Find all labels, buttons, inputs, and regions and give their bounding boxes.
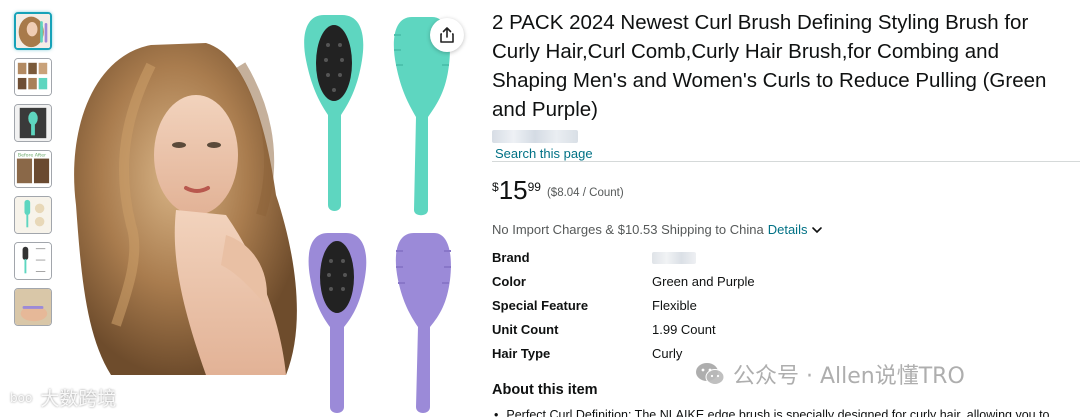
spec-label: Brand [492, 250, 530, 266]
watermark-right: 公众号 · Allen说懂TRO [695, 358, 965, 390]
model-photo [74, 43, 297, 375]
search-this-page-link[interactable]: Search this page [495, 146, 593, 161]
divider [492, 161, 1080, 162]
spec-row-brand: Brand [492, 246, 755, 270]
unit-price: ($8.04 / Count) [546, 187, 624, 199]
spec-row-unit-count: Unit Count 1.99 Count [492, 317, 755, 341]
spec-value-blurred[interactable] [652, 251, 696, 264]
watermark-left-text: 大数跨境 [40, 388, 117, 410]
shipping-details-link[interactable]: Details [768, 222, 808, 237]
spec-row-special-feature: Special Feature Flexible [492, 294, 755, 318]
watermark-logo: boo [6, 389, 37, 406]
spec-value: Green and Purple [652, 274, 755, 290]
watermark-left: boo 大数跨境 [6, 384, 116, 411]
thumbnail-before-after[interactable]: Before After [14, 150, 52, 188]
green-brush-front [304, 15, 364, 211]
shipping-info: No Import Charges & $10.53 Shipping to C… [492, 222, 823, 237]
spec-label: Unit Count [492, 321, 559, 337]
spec-label: Color [492, 274, 526, 290]
share-button[interactable] [430, 18, 464, 52]
thumbnail-brush-features[interactable] [14, 196, 52, 234]
watermark-right-text: 公众号 · Allen说懂TRO [733, 364, 965, 389]
chevron-down-icon[interactable] [811, 225, 823, 235]
purple-brush-back [395, 233, 451, 413]
feature-bullet: Perfect Curl Definition: The NLAIKE edge… [492, 408, 1080, 417]
price-fraction: 99 [527, 180, 541, 194]
wechat-icon [696, 363, 725, 385]
share-icon [440, 27, 454, 43]
product-details: 2 PACK 2024 Newest Curl Brush Defining S… [492, 8, 1080, 417]
spec-value: Flexible [652, 297, 697, 313]
thumbnail-woman-curly-hair[interactable] [14, 12, 52, 50]
spec-value: Curly [652, 345, 683, 361]
purple-brush-front [308, 233, 367, 413]
main-product-image[interactable] [56, 5, 476, 417]
price: $ 15 99 ($8.04 / Count) [492, 177, 624, 203]
thumbnail-brush-grid[interactable] [14, 58, 52, 96]
store-link-blurred[interactable] [492, 130, 578, 143]
price-symbol: $ [492, 180, 499, 194]
product-title: 2 PACK 2024 Newest Curl Brush Defining S… [492, 11, 1047, 121]
thumbnail-hand-with-brush[interactable] [14, 288, 52, 326]
shipping-text: No Import Charges & $10.53 Shipping to C… [492, 222, 764, 237]
product-specs: Brand Color Green and Purple Special Fea… [492, 246, 755, 365]
spec-value: 1.99 Count [652, 321, 716, 337]
thumbnail-brush-closeup[interactable] [14, 104, 52, 142]
svg-text:Before After: Before After [18, 153, 46, 159]
price-whole: 15 [498, 175, 528, 205]
about-heading: About this item [492, 382, 598, 398]
thumbnail-list: Before After [14, 12, 54, 334]
thumbnail-brush-dimensions[interactable] [14, 242, 52, 280]
spec-label: Special Feature [492, 297, 589, 313]
spec-row-color: Color Green and Purple [492, 270, 755, 294]
spec-label: Hair Type [492, 345, 551, 361]
